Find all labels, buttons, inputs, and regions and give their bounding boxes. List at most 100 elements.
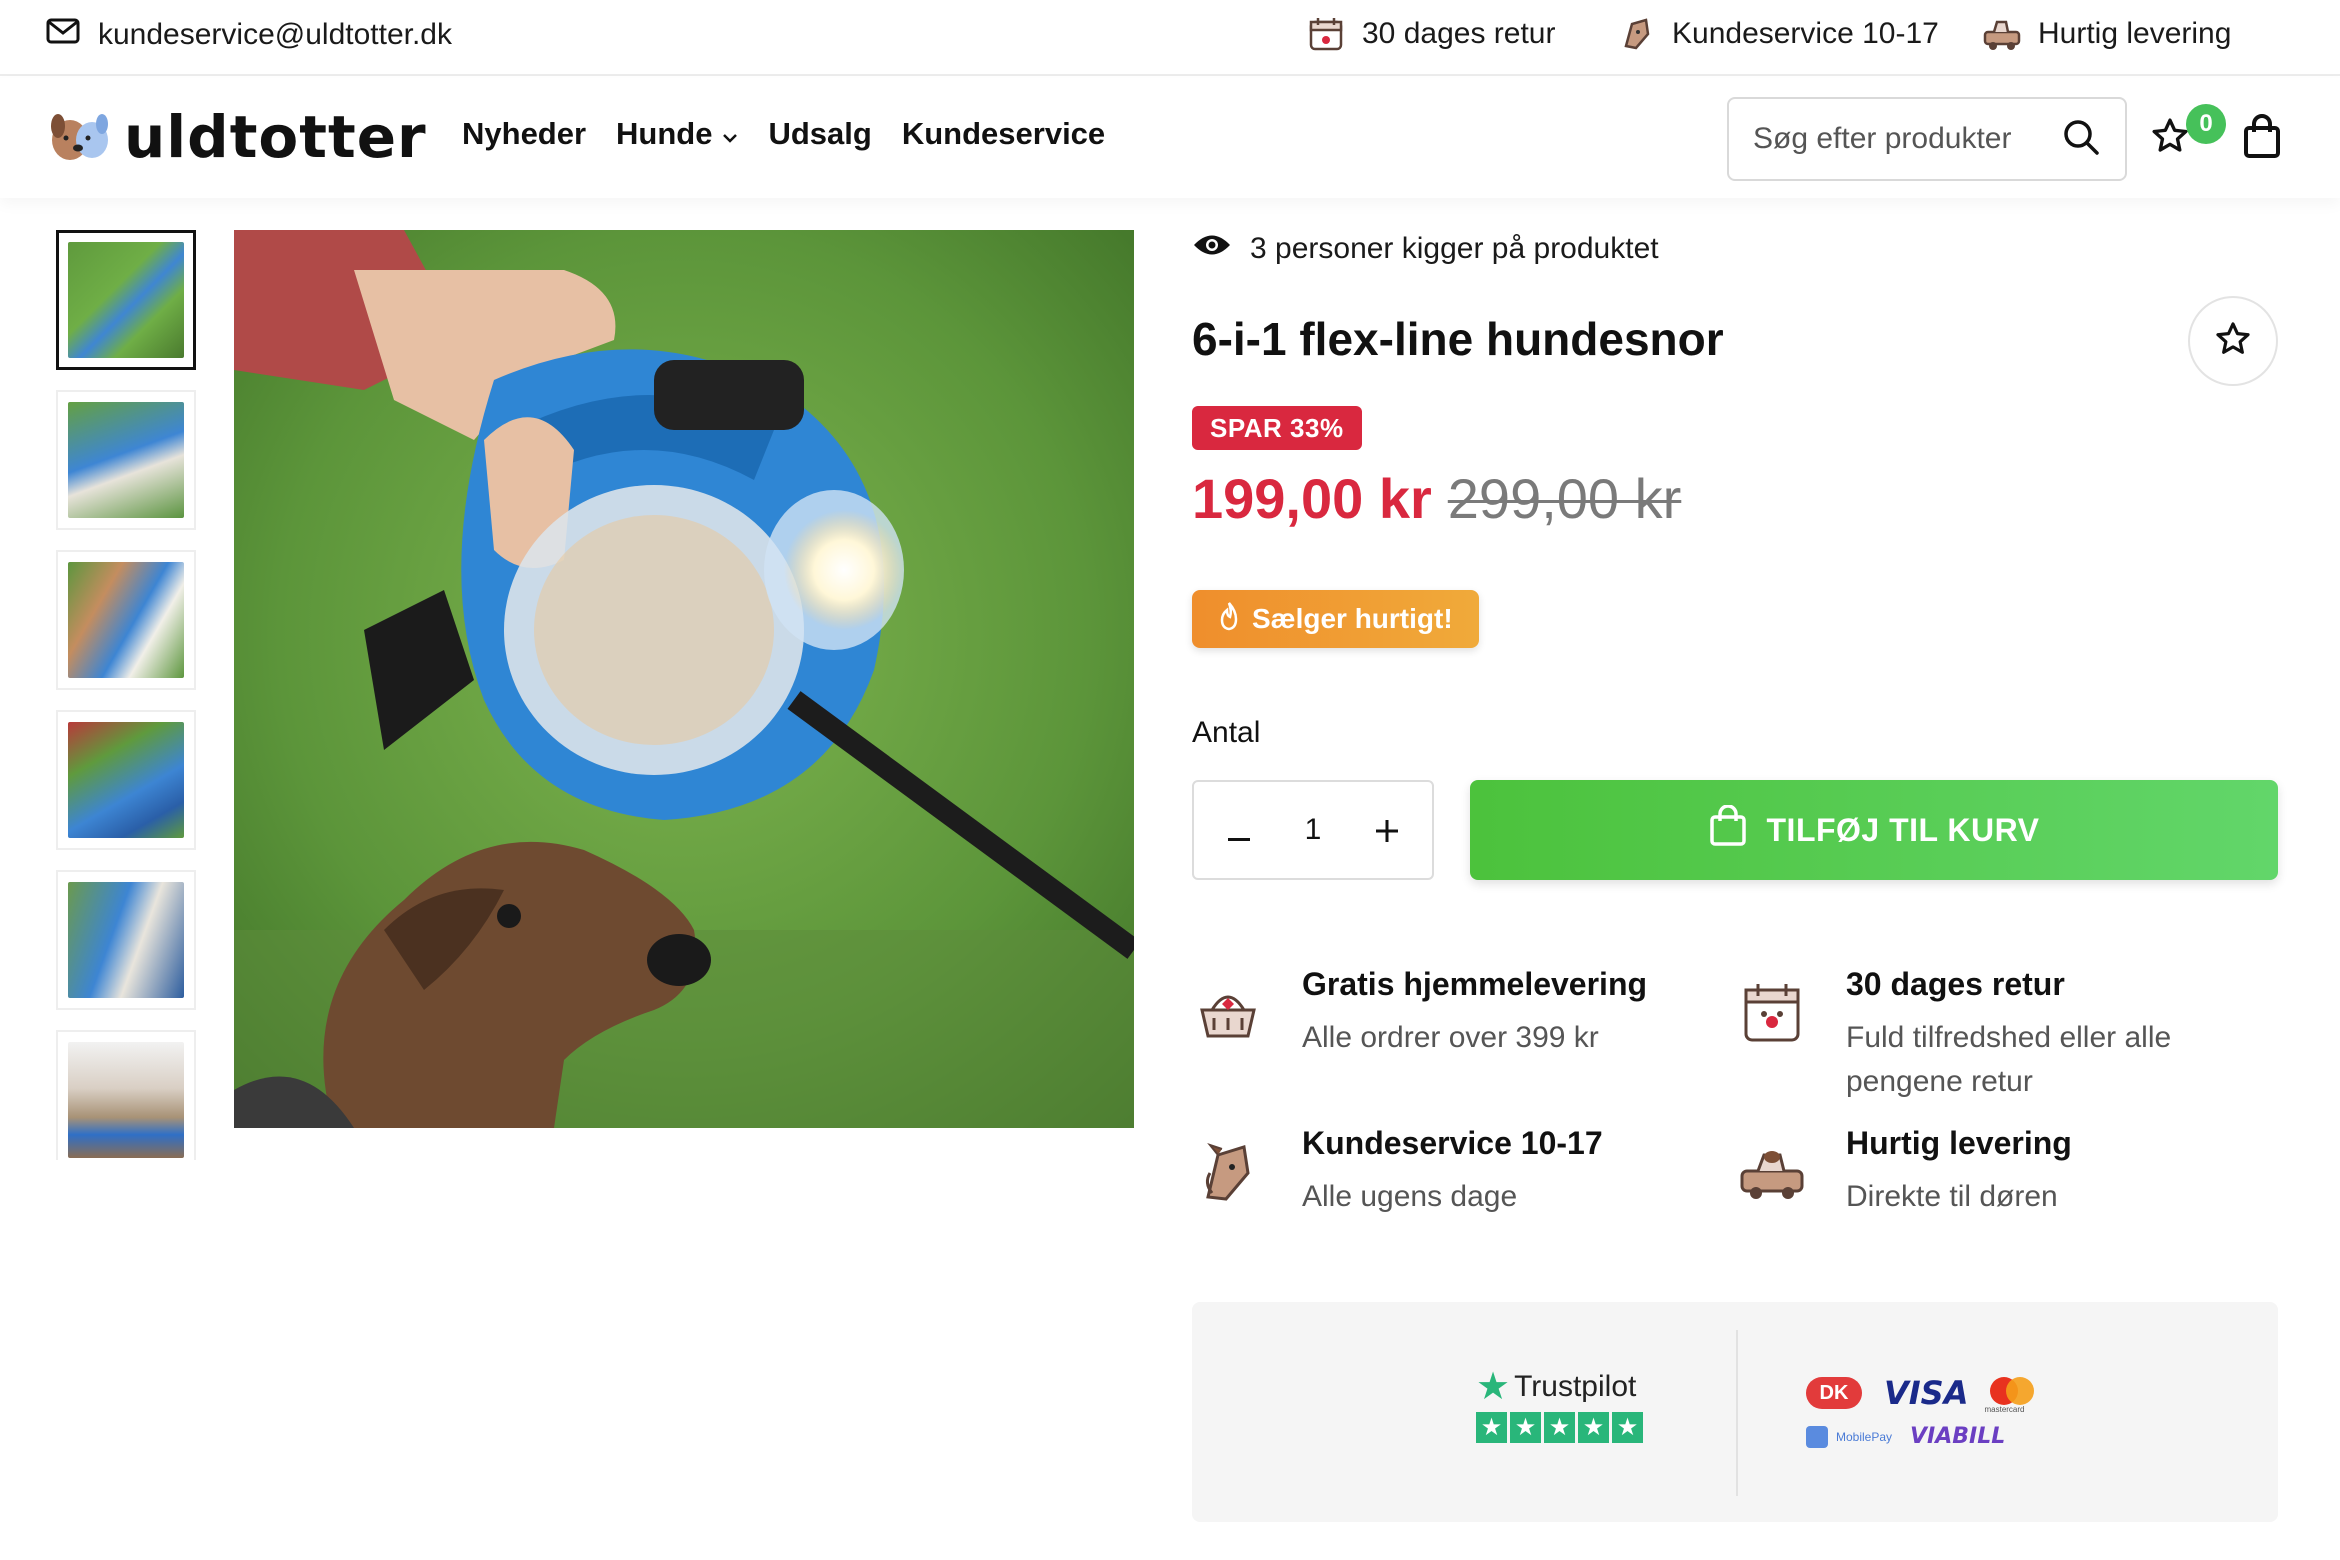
nav-item-kundeservice[interactable]: Kundeservice xyxy=(902,116,1105,152)
basket-icon xyxy=(1192,976,1264,1048)
shopping-bag-icon xyxy=(1709,804,1747,855)
trust-payment-box: ★ Trustpilot ★ ★ ★ ★ ★ DK VISA mastercar… xyxy=(1192,1302,2278,1522)
feature-subtitle: Alle ordrer over 399 kr xyxy=(1302,1021,1599,1054)
search-box xyxy=(1727,97,2127,181)
thumbnail-strip xyxy=(56,230,196,1160)
add-to-wishlist-button[interactable] xyxy=(2188,296,2278,386)
contact-email[interactable]: kundeservice@uldtotter.dk xyxy=(46,18,452,52)
nav-label: Nyheder xyxy=(462,116,587,151)
payment-methods: DK VISA mastercard MobilePay VIABILL xyxy=(1806,1374,2035,1449)
usp-returns-text: 30 dages retur xyxy=(1362,17,1556,50)
quantity-decrease-button[interactable] xyxy=(1224,809,1254,851)
quantity-increase-button[interactable] xyxy=(1372,809,1402,851)
thumbnail-image xyxy=(68,722,184,838)
nav-label: Kundeservice xyxy=(901,116,1106,151)
trustpilot-label: Trustpilot xyxy=(1514,1370,1637,1403)
envelope-icon xyxy=(46,18,80,52)
viewers-text: 3 personer kigger på produktet xyxy=(1250,232,1659,265)
quantity-value[interactable]: 1 xyxy=(1305,813,1322,847)
thumbnail[interactable] xyxy=(56,230,196,370)
add-to-cart-button[interactable]: TILFØJ TIL KURV xyxy=(1470,780,2278,880)
thumbnail-image xyxy=(68,1042,184,1158)
discount-badge: SPAR 33% xyxy=(1192,406,1362,450)
main-nav: Nyheder Hunde Udsalg Kundeservice xyxy=(462,116,1105,152)
product-main-image[interactable] xyxy=(234,230,1134,1128)
flame-icon xyxy=(1218,601,1240,638)
logo-text: uldtotter xyxy=(124,102,427,171)
quantity-label: Antal xyxy=(1192,716,1261,749)
feature-title: Hurtig levering xyxy=(1846,1125,2072,1161)
nav-item-udsalg[interactable]: Udsalg xyxy=(768,116,871,152)
feature-subtitle: Alle ugens dage xyxy=(1302,1180,1518,1213)
search-input[interactable] xyxy=(1753,122,2043,156)
calendar-paw-icon xyxy=(1736,976,1808,1048)
dog-car-icon xyxy=(1736,1135,1808,1207)
cart-icon[interactable] xyxy=(2242,114,2282,165)
divider xyxy=(1736,1330,1738,1496)
rating-star-icon: ★ xyxy=(1578,1412,1609,1443)
site-logo[interactable]: uldtotter xyxy=(48,104,427,169)
mobilepay-icon xyxy=(1806,1425,1828,1448)
star-outline-icon xyxy=(2214,320,2252,363)
selling-fast-text: Sælger hurtigt! xyxy=(1252,603,1453,634)
rating-star-icon: ★ xyxy=(1612,1412,1643,1443)
usp-delivery: Hurtig levering xyxy=(1982,14,2231,54)
selling-fast-badge: Sælger hurtigt! xyxy=(1192,590,1479,648)
search-icon[interactable] xyxy=(2061,117,2101,162)
add-to-cart-label: TILFØJ TIL KURV xyxy=(1766,811,2040,848)
top-bar: kundeservice@uldtotter.dk 30 dages retur… xyxy=(0,0,2340,76)
thumbnail-image xyxy=(68,882,184,998)
rating-star-icon: ★ xyxy=(1476,1412,1507,1443)
thumbnail[interactable] xyxy=(56,550,196,690)
thumbnail[interactable] xyxy=(56,710,196,850)
feature-title: 30 dages retur xyxy=(1846,966,2065,1002)
dankort-logo: DK xyxy=(1806,1377,1862,1409)
dog-phone-icon xyxy=(1192,1135,1264,1207)
site-header: uldtotter Nyheder Hunde Udsalg Kundeserv… xyxy=(0,78,2340,198)
dog-car-icon xyxy=(1982,14,2022,54)
thumbnail[interactable] xyxy=(56,1030,196,1160)
trustpilot-widget[interactable]: ★ Trustpilot ★ ★ ★ ★ ★ xyxy=(1476,1368,1643,1443)
nav-item-hunde[interactable]: Hunde xyxy=(616,116,738,152)
calendar-icon xyxy=(1306,14,1346,54)
feature-subtitle: Direkte til døren xyxy=(1846,1180,2058,1213)
original-price: 299,00 kr xyxy=(1447,467,1682,530)
usp-service: Kundeservice 10-17 xyxy=(1616,14,1939,54)
thumbnail-image xyxy=(68,562,184,678)
mobilepay-logo: MobilePay xyxy=(1806,1425,1892,1448)
usp-delivery-text: Hurtig levering xyxy=(2038,17,2232,50)
eye-icon xyxy=(1192,232,1232,266)
logo-dog-icon xyxy=(48,104,114,169)
rating-star-icon: ★ xyxy=(1544,1412,1575,1443)
nav-label: Udsalg xyxy=(768,116,872,151)
usp-returns: 30 dages retur xyxy=(1306,14,1555,54)
trustpilot-rating: ★ ★ ★ ★ ★ xyxy=(1476,1412,1643,1443)
wishlist-icon[interactable] xyxy=(2150,116,2190,161)
mastercard-logo: mastercard xyxy=(1984,1377,2035,1414)
quantity-stepper: 1 xyxy=(1192,780,1434,880)
contact-email-text: kundeservice@uldtotter.dk xyxy=(98,18,452,51)
trustpilot-logo: ★ Trustpilot xyxy=(1476,1368,1643,1406)
current-price: 199,00 kr xyxy=(1192,467,1432,530)
wishlist-count-badge: 0 xyxy=(2186,104,2226,144)
dog-phone-icon xyxy=(1616,14,1656,54)
viabill-logo: VIABILL xyxy=(1910,1424,2006,1449)
chevron-down-icon xyxy=(722,116,738,152)
feature-title: Gratis hjemmelevering xyxy=(1302,966,1648,1002)
nav-item-nyheder[interactable]: Nyheder xyxy=(462,116,586,152)
thumbnail-image xyxy=(68,242,184,358)
thumbnail[interactable] xyxy=(56,390,196,530)
rating-star-icon: ★ xyxy=(1510,1412,1541,1443)
trustpilot-star-icon: ★ xyxy=(1476,1366,1511,1408)
viewers-notice: 3 personer kigger på produktet xyxy=(1192,232,1659,266)
product-photo xyxy=(234,230,1134,1128)
product-title: 6-i-1 flex-line hundesnor xyxy=(1192,313,1724,365)
thumbnail[interactable] xyxy=(56,870,196,1010)
nav-label: Hunde xyxy=(616,116,713,151)
feature-subtitle: Fuld tilfredshed eller alle pengene retu… xyxy=(1846,1021,2172,1098)
price-block: 199,00 kr 299,00 kr xyxy=(1192,466,1681,531)
usp-service-text: Kundeservice 10-17 xyxy=(1672,17,1939,50)
visa-logo: VISA xyxy=(1884,1374,1969,1412)
feature-title: Kundeservice 10-17 xyxy=(1302,1125,1603,1161)
thumbnail-image xyxy=(68,402,184,518)
